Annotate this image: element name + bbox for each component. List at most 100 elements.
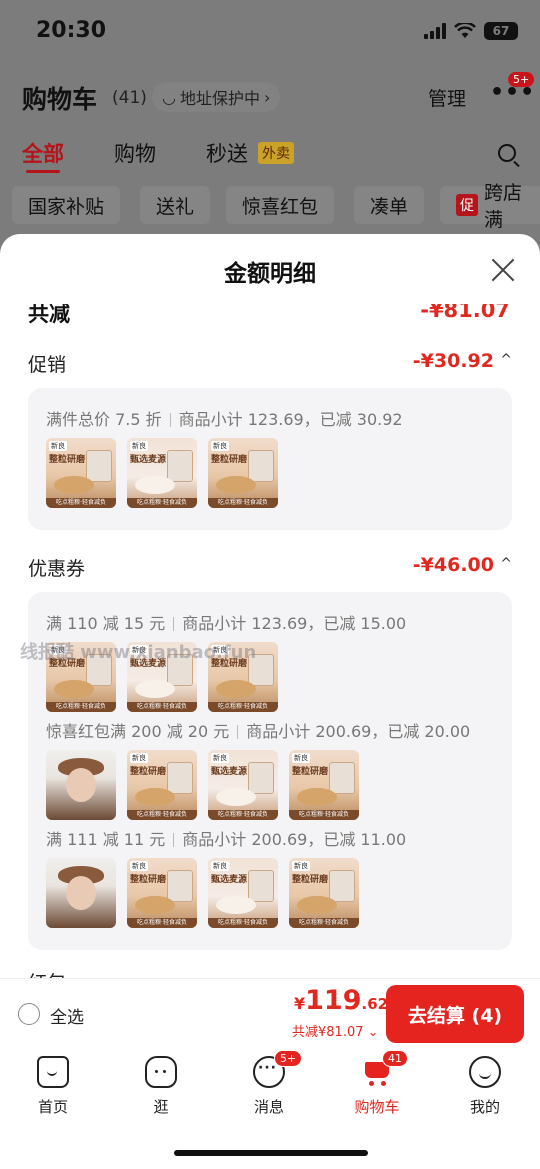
tab-label: 消息 [253,1098,284,1116]
home-icon [37,1056,69,1088]
wifi-icon [454,23,476,38]
cart-header: 购物车 (41) ◡ 地址保护中 › 管理 ••• 5+ [22,72,535,120]
detail-scroll-area[interactable]: 共减 -¥81.07 促销 -¥30.92 ^ 满件总价 7.5 折商品小计 1… [12,304,528,980]
total-reduction-label: 共减 [28,304,70,326]
detail-text: 商品小计 123.69，已减 30.92 [178,410,403,429]
tab-instant-delivery[interactable]: 秒送 [206,138,248,168]
saved-amount[interactable]: 共减¥81.07 ⌄ [292,1021,379,1040]
address-protection-pill[interactable]: ◡ 地址保护中 › [152,82,281,112]
coupon-rule-line: 满 111 减 11 元商品小计 200.69，已减 11.00 [46,826,406,850]
total-price: ¥119.62 [294,985,389,1016]
chip-cross-store[interactable]: 促跨店满 [440,182,540,231]
tab-label: 逛 [153,1098,169,1116]
coupon-rule-line: 满 110 减 15 元商品小计 123.69，已减 15.00 [46,610,406,634]
rule-text: 满件总价 7.5 折 [46,410,162,429]
rule-text: 惊喜红包满 200 减 20 元 [46,722,230,741]
search-icon[interactable] [498,144,516,162]
checkout-button[interactable]: 去结算 (4) [386,985,524,1043]
manage-button[interactable]: 管理 [428,84,466,111]
status-time: 20:30 [36,18,107,43]
chip-gift[interactable]: 送礼 [140,186,211,224]
status-icons: 67 [424,22,518,40]
promo-rule-line: 满件总价 7.5 折商品小计 123.69，已减 30.92 [46,406,403,430]
chip-add-on[interactable]: 凑单 [354,186,425,224]
chip-label: 凑单 [370,195,409,218]
product-thumb[interactable]: 新良 甄选麦源 吃点粗粮·轻食减负 [127,438,197,508]
detail-text: 商品小计 123.69，已减 15.00 [182,614,407,633]
profile-icon [469,1056,501,1088]
cart-count: (41) [112,88,147,108]
chevron-up-icon: ^ [500,556,512,572]
tab-profile[interactable]: 我的 [440,1056,530,1117]
filter-chips: 国家补贴 送礼 惊喜红包 凑单 促跨店满 [12,182,540,231]
rule-text: 满 111 减 11 元 [46,830,166,849]
promo-card: 满件总价 7.5 折商品小计 123.69，已减 30.92 新良 整粒研磨 吃点粗… [28,388,512,530]
promo-amount: -¥30.92 [412,350,494,372]
tab-messages[interactable]: 5+ 消息 [224,1050,314,1117]
chip-surprise-redpacket[interactable]: 惊喜红包 [226,186,335,224]
promo-tag: 促 [456,194,478,216]
chip-label: 送礼 [156,195,195,218]
detail-text: 商品小计 200.69，已减 20.00 [246,722,471,741]
browse-icon [145,1056,177,1088]
shield-icon: ◡ [162,87,176,107]
sheet-title: 金额明细 [224,261,316,287]
tab-cart[interactable]: 41 购物车 [332,1050,422,1117]
product-thumb[interactable]: 新良 整粒研磨 吃点粗粮·轻食减负 [127,750,197,820]
takeout-tag: 外卖 [258,142,294,164]
page-title: 购物车 [22,85,98,114]
coupon-row[interactable]: 优惠券 -¥46.00 ^ [28,554,512,584]
promo-label: 促销 [28,354,67,376]
tab-browse[interactable]: 逛 [116,1056,206,1117]
product-thumb[interactable]: 新良 整粒研磨 吃点粗粮·轻食减负 [46,438,116,508]
select-all-radio[interactable] [18,1003,40,1025]
address-protection-label: 地址保护中 [179,89,260,108]
coupon-card: 满 110 减 15 元商品小计 123.69，已减 15.00 新良 整粒研磨吃… [28,592,512,950]
product-thumb[interactable]: 新良 整粒研磨 吃点粗粮·轻食减负 [127,858,197,928]
chevron-up-icon: ^ [500,352,512,368]
signal-icon [424,23,446,39]
tab-home[interactable]: 首页 [8,1056,98,1117]
tab-label: 首页 [37,1098,68,1116]
total-reduction-row: 共减 -¥81.07 [28,304,512,328]
product-thumb[interactable]: 新良 整粒研磨 吃点粗粮·轻食减负 [289,858,359,928]
detail-text: 商品小计 200.69，已减 11.00 [182,830,407,849]
product-thumb[interactable]: 新良 甄选麦源 吃点粗粮·轻食减负 [127,642,197,712]
select-all-label[interactable]: 全选 [50,1003,84,1028]
product-thumbs: 新良 整粒研磨 吃点粗粮·轻食减负 新良 甄选麦源 吃点粗粮·轻食减负 新良 整粒研磨 吃点… [46,750,359,820]
coupon-amount: -¥46.00 [412,554,494,576]
product-thumb[interactable] [46,858,116,928]
cart-tabs: 全部 购物 秒送 外卖 [22,138,522,173]
tab-shopping[interactable]: 购物 [114,138,156,168]
chip-label: 惊喜红包 [242,195,319,218]
tab-label: 购物车 [354,1098,400,1116]
tab-label: 我的 [469,1098,500,1116]
chevron-down-icon: ⌄ [367,1025,379,1040]
status-bar: 20:30 67 [0,0,540,64]
cart-badge: 41 [382,1050,408,1067]
product-thumb[interactable]: 新良 整粒研磨 吃点粗粮·轻食减负 [208,642,278,712]
coupon-rule-line: 惊喜红包满 200 减 20 元商品小计 200.69，已减 20.00 [46,718,470,742]
close-icon[interactable] [490,258,514,282]
chip-national-subsidy[interactable]: 国家补贴 [12,186,121,224]
product-thumb[interactable]: 新良 甄选麦源 吃点粗粮·轻食减负 [208,858,278,928]
more-badge: 5+ [508,72,535,87]
total-reduction-amount: -¥81.07 [420,304,510,322]
product-thumb[interactable]: 新良 甄选麦源 吃点粗粮·轻食减负 [208,750,278,820]
tab-underline [26,170,60,173]
product-thumbs: 新良 整粒研磨 吃点粗粮·轻食减负 新良 甄选麦源 吃点粗粮·轻食减负 新良 整粒研磨 吃点… [46,858,359,928]
checkout-bar: 全选 ¥119.62 共减¥81.07 ⌄ 去结算 (4) [0,978,540,1048]
product-thumbs: 新良 整粒研磨 吃点粗粮·轻食减负 新良 甄选麦源 吃点粗粮·轻食减负 新良 整粒研磨 吃点… [46,642,278,712]
product-thumb[interactable]: 新良 整粒研磨 吃点粗粮·轻食减负 [208,438,278,508]
battery-icon: 67 [484,22,518,40]
chip-label: 国家补贴 [28,195,105,218]
product-thumb[interactable]: 新良 整粒研磨 吃点粗粮·轻食减负 [46,642,116,712]
message-badge: 5+ [274,1050,303,1067]
home-indicator [174,1150,368,1156]
rule-text: 满 110 减 15 元 [46,614,166,633]
product-thumb[interactable] [46,750,116,820]
promo-row[interactable]: 促销 -¥30.92 ^ [28,350,512,380]
product-thumb[interactable]: 新良 整粒研磨 吃点粗粮·轻食减负 [289,750,359,820]
tab-all[interactable]: 全部 [22,138,64,168]
coupon-label: 优惠券 [28,558,86,580]
